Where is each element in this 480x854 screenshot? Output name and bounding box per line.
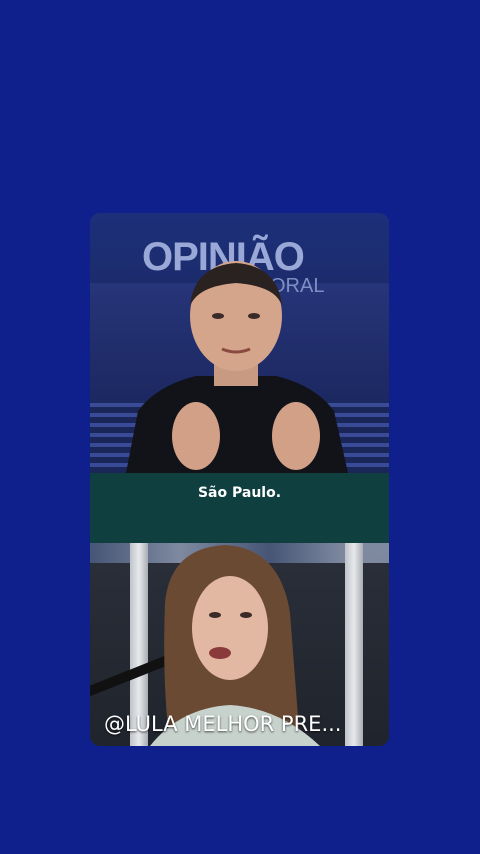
speaker-figure [126, 261, 348, 473]
caption-text: São Paulo. [197, 485, 282, 501]
bottom-video-panel: @LULA MELHOR PRE... [90, 543, 389, 746]
channel-overlay-text: @LULA MELHOR PRE... [104, 712, 342, 736]
top-video-panel: OPINIÃO ORAL [90, 213, 389, 473]
video-card[interactable]: OPINIÃO ORAL São Paulo. @LULA MELHOR PRE… [90, 213, 389, 746]
caption-bar: São Paulo. [90, 473, 389, 543]
